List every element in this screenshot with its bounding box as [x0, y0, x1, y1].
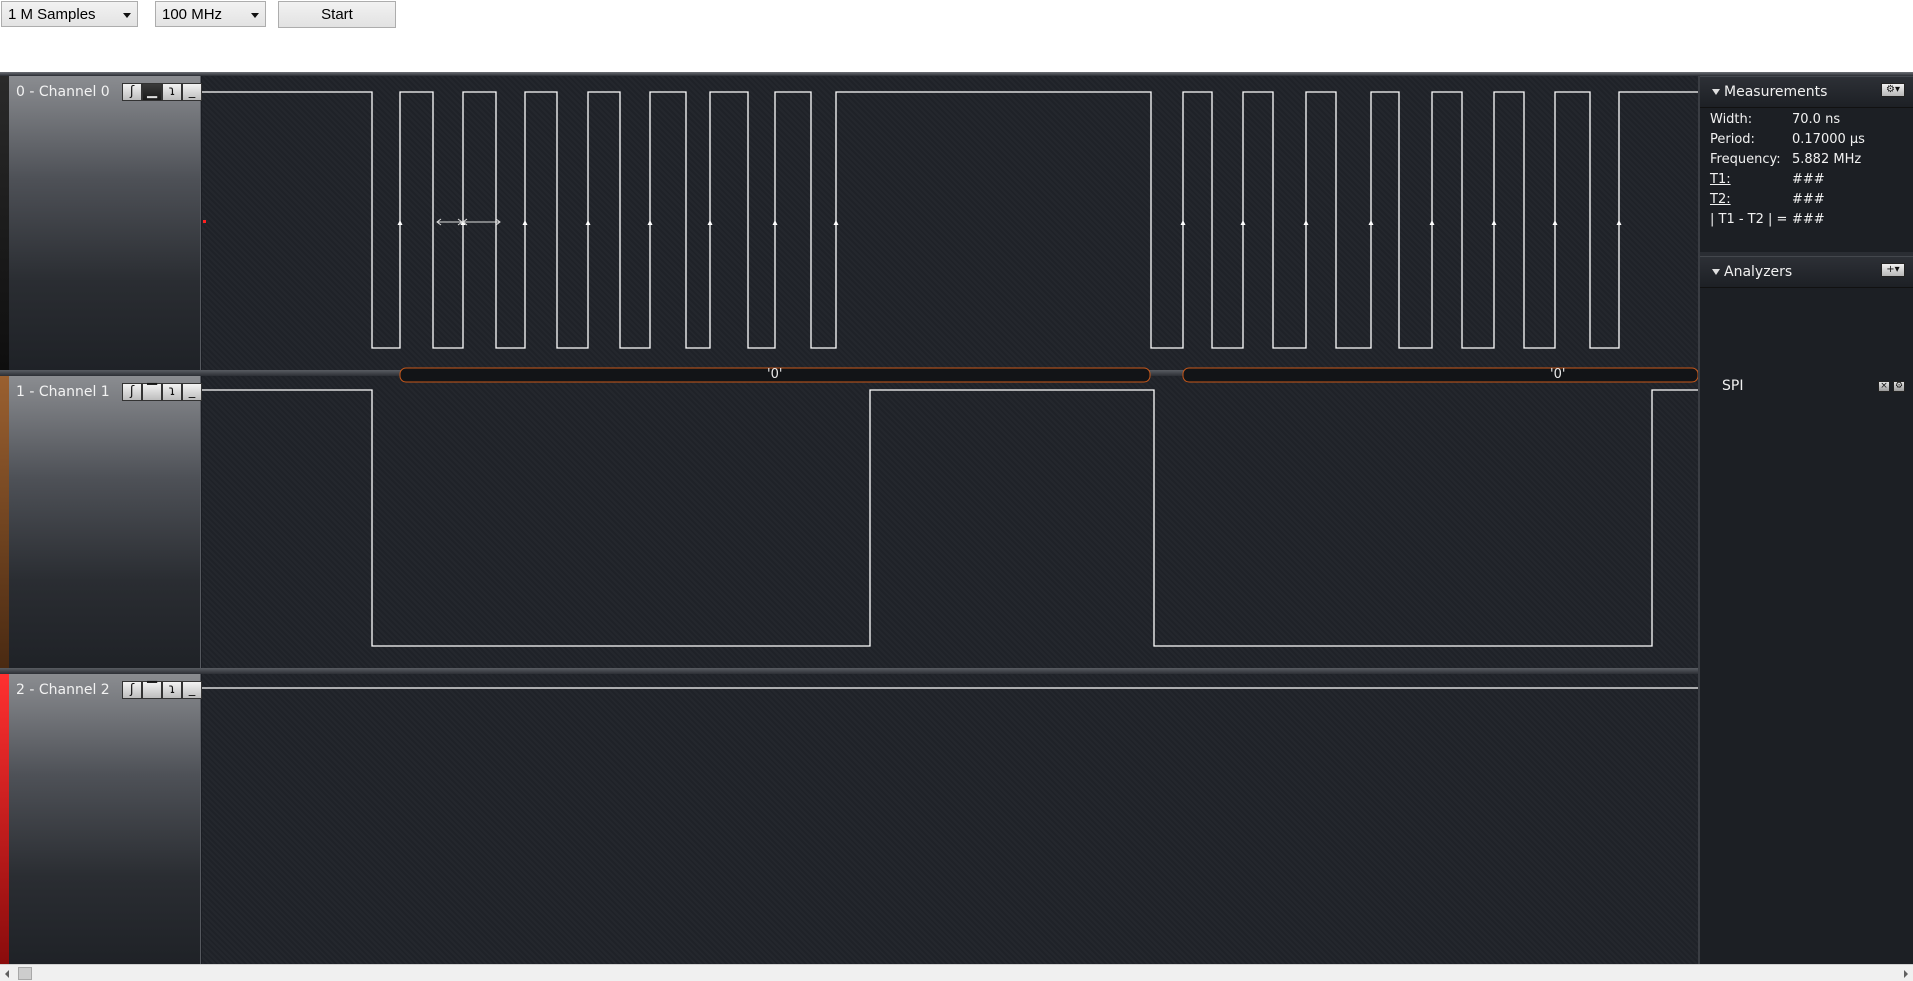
edge-markers: [397, 220, 1622, 225]
scrollbar-thumb[interactable]: [18, 967, 32, 980]
measurement-value: ###: [1792, 212, 1825, 227]
measurement-value: ###: [1792, 172, 1825, 187]
toolbar: 1 M Samples 100 MHz Start: [0, 0, 1913, 72]
chevron-down-icon: [123, 13, 131, 18]
collapse-triangle-icon: [1712, 89, 1720, 95]
trigger-marker: [203, 220, 206, 223]
measurement-value: ###: [1792, 192, 1825, 207]
measurement-key-t1[interactable]: T1:: [1710, 172, 1731, 187]
analyzer-item-spi[interactable]: SPI: [1722, 378, 1743, 394]
sample-rate-select[interactable]: 100 MHz: [155, 1, 266, 27]
sample-rate-value: 100 MHz: [162, 6, 223, 23]
chevron-down-icon: [251, 13, 259, 18]
sample-count-value: 1 M Samples: [8, 6, 96, 23]
start-button[interactable]: Start: [278, 1, 396, 28]
measurement-key-t2[interactable]: T2:: [1710, 192, 1731, 207]
horizontal-scrollbar[interactable]: [0, 964, 1913, 981]
right-panel: Measurements ⚙▾ Width: 70.0 ns Period: 0…: [1698, 76, 1913, 964]
close-icon[interactable]: ×: [1878, 381, 1890, 392]
channel-0-trace: [202, 91, 1698, 349]
waveform-traces: [202, 91, 1698, 689]
measurement-value: 0.17000 µs: [1792, 132, 1865, 147]
add-analyzer-icon[interactable]: +▾: [1881, 263, 1905, 277]
analyzers-title: Analyzers: [1724, 264, 1793, 280]
channel-1-trace: [202, 389, 1698, 647]
scroll-right-icon[interactable]: [1904, 970, 1908, 978]
measurement-key: | T1 - T2 | =: [1710, 212, 1788, 227]
spi-bubble-2: [1182, 367, 1698, 383]
sample-count-select[interactable]: 1 M Samples: [1, 1, 138, 27]
measurement-key: Period:: [1710, 132, 1755, 147]
gear-icon[interactable]: ⚙: [1893, 381, 1905, 392]
measurements-title: Measurements: [1724, 84, 1828, 100]
scroll-left-icon[interactable]: [5, 970, 9, 978]
spi-bubble-2-label: '0': [1550, 367, 1566, 382]
measurements-header[interactable]: Measurements ⚙▾: [1700, 76, 1913, 108]
spi-bubble-1-label: '0': [767, 367, 783, 382]
analyzers-header[interactable]: Analyzers +▾: [1700, 256, 1913, 288]
measurement-key: Frequency:: [1710, 152, 1781, 167]
measurement-value: 5.882 MHz: [1792, 152, 1862, 167]
measurement-value: 70.0 ns: [1792, 112, 1841, 127]
width-measure-arrow: [436, 218, 501, 226]
gear-icon[interactable]: ⚙▾: [1881, 83, 1905, 97]
capture-area: 0 - Channel 0 ʃ ▁ ɿ _ 1 - Channel 1 ʃ ▔ …: [0, 72, 1913, 964]
collapse-triangle-icon: [1712, 269, 1720, 275]
measurement-key: Width:: [1710, 112, 1753, 127]
